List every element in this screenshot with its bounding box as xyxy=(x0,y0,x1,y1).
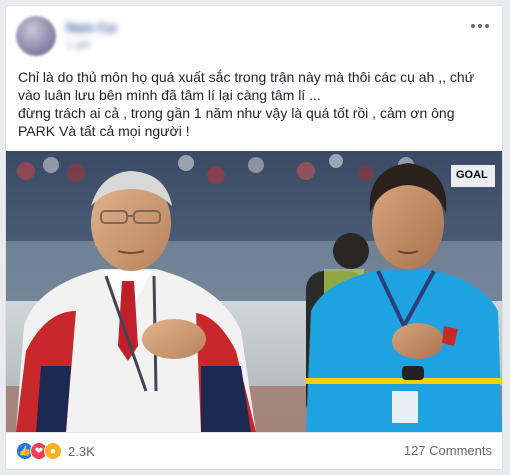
avatar[interactable] xyxy=(16,16,56,56)
post-text-line: vào luân lưu bên mình đã tâm lí lại càng… xyxy=(18,87,321,103)
post-text: Chỉ là do thủ môn họ quá xuất sắc trong … xyxy=(18,68,490,140)
post-header: Nam Cự 1 giờ xyxy=(16,16,492,56)
post-text-line: PARK Và tất cả mọi người ! xyxy=(18,123,190,139)
sad-icon: ● xyxy=(44,442,62,460)
author-name[interactable]: Nam Cự xyxy=(66,20,117,35)
post-text-line: Chỉ là do thủ môn họ quá xuất sắc trong … xyxy=(18,69,475,85)
goal-watermark: GOAL xyxy=(456,169,488,181)
post-footer: 👍 ❤ ● 2.3K 127 Comments xyxy=(6,432,502,469)
more-options-icon[interactable] xyxy=(470,18,492,34)
photo-illustration xyxy=(6,151,502,432)
post-timestamp[interactable]: 1 giờ xyxy=(66,39,91,51)
post-photo[interactable]: GOAL xyxy=(6,151,502,432)
post-card: Nam Cự 1 giờ Chỉ là do thủ môn họ quá xu… xyxy=(5,5,503,470)
post-text-line: đừng trách ai cả , trong gần 1 năm như v… xyxy=(18,105,455,121)
reactions-summary[interactable]: 👍 ❤ ● 2.3K xyxy=(16,441,95,461)
reaction-count: 2.3K xyxy=(68,443,95,459)
comments-link[interactable]: 127 Comments xyxy=(404,443,492,458)
